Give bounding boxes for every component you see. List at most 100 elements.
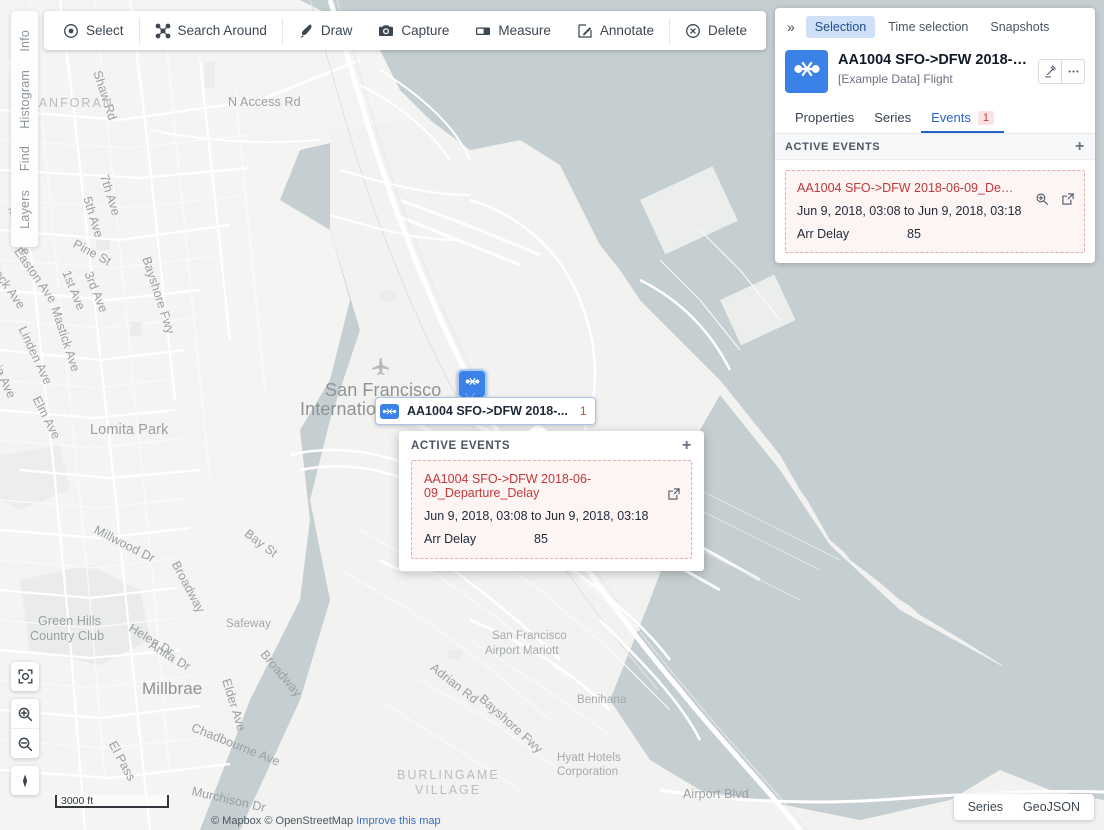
left-vertical-tabs[interactable]: Layers Find Histogram Info (11, 11, 38, 248)
map-attribution: © Mapbox © OpenStreetMap Improve this ma… (211, 815, 441, 827)
panel-event-title[interactable]: AA1004 SFO->DFW 2018-06-09_Departure_... (797, 181, 1073, 195)
search-around-icon (155, 23, 171, 39)
nav-events[interactable]: Events 1 (921, 103, 1004, 133)
popup-event-card[interactable]: AA1004 SFO->DFW 2018-06-09_Departure_Del… (411, 460, 692, 559)
toolbar-divider-1 (138, 17, 140, 44)
zoom-in-button[interactable] (11, 699, 39, 728)
chevron-double-right-icon[interactable]: » (783, 19, 802, 35)
map-label: Safeway (226, 618, 271, 630)
attribution-text: © Mapbox © OpenStreetMap (211, 815, 357, 827)
toggle-series[interactable]: Series (958, 794, 1013, 820)
map-marker[interactable] (457, 369, 487, 399)
panel-events-list: AA1004 SFO->DFW 2018-06-09_Departure_...… (775, 160, 1095, 263)
delete-icon (685, 23, 701, 39)
more-icon[interactable] (1061, 60, 1084, 83)
panel-event-actions (1035, 192, 1075, 206)
map-label: Lomita Park (90, 422, 169, 438)
zoom-control-group (11, 699, 39, 758)
toggle-geojson[interactable]: GeoJSON (1013, 794, 1090, 820)
panel-event-property-value: 85 (907, 227, 921, 241)
popup-section-title: ACTIVE EVENTS (411, 440, 511, 452)
zoom-out-button[interactable] (11, 728, 39, 758)
popup-event-title[interactable]: AA1004 SFO->DFW 2018-06-09_Departure_Del… (424, 472, 679, 500)
select-icon (63, 23, 79, 39)
open-external-icon[interactable] (667, 487, 681, 501)
tab-time-selection[interactable]: Time selection (879, 16, 977, 38)
map-label: Corporation (557, 766, 619, 778)
measure-icon (475, 23, 491, 39)
zoom-to-icon[interactable] (1035, 192, 1049, 206)
map-toolbar: Select Search Around Draw Capture Measur… (44, 11, 766, 50)
tool-annotate[interactable]: Annotate (564, 16, 667, 46)
tool-select[interactable]: Select (50, 16, 137, 46)
panel-event-card[interactable]: AA1004 SFO->DFW 2018-06-09_Departure_...… (785, 170, 1085, 253)
annotate-icon (577, 23, 593, 39)
tab-snapshots[interactable]: Snapshots (981, 16, 1058, 38)
toolbar-divider-3 (668, 17, 670, 44)
map-label: Airport Blvd (683, 787, 749, 801)
panel-tab-bar: » Selection Time selection Snapshots (775, 8, 1095, 46)
fit-control-group (11, 662, 39, 691)
map-marker-label-pill[interactable]: AA1004 SFO->DFW 2018-... 1 (375, 397, 596, 425)
map-label: Country Club (30, 629, 105, 643)
map-label: TANFORAN (30, 96, 114, 110)
open-external-icon[interactable] (1061, 192, 1075, 206)
map-label: Millbrae (142, 679, 203, 698)
entity-action-buttons (1038, 59, 1085, 84)
nav-series[interactable]: Series (864, 103, 921, 133)
compass-control-group (11, 766, 39, 795)
panel-event-property: Arr Delay 85 (797, 227, 1073, 241)
popup-event-actions (667, 487, 681, 501)
pill-event-count: 1 (579, 404, 587, 418)
map-controls (11, 662, 39, 795)
entity-title: AA1004 SFO->DFW 2018-0... (838, 52, 1028, 68)
tool-delete-label: Delete (707, 23, 747, 38)
tool-measure-label: Measure (498, 23, 551, 38)
panel-section-nav: Properties Series Events 1 (775, 103, 1095, 134)
nav-properties-label: Properties (795, 110, 855, 125)
popup-active-events-header: ACTIVE EVENTS + (399, 431, 704, 460)
tool-delete[interactable]: Delete (672, 16, 760, 46)
tool-draw-label: Draw (320, 23, 353, 38)
nav-events-label: Events (931, 110, 971, 125)
popup-event-property-value: 85 (534, 532, 548, 546)
flight-edge-icon (465, 374, 480, 394)
map-label: San Francisco (492, 630, 567, 642)
entity-title-block: AA1004 SFO->DFW 2018-0... [Example Data]… (838, 50, 1028, 86)
tool-draw[interactable]: Draw (285, 16, 366, 46)
flight-edge-icon (793, 55, 821, 88)
tool-measure[interactable]: Measure (462, 16, 564, 46)
right-side-panel: » Selection Time selection Snapshots AA1… (775, 8, 1095, 263)
entity-avatar (785, 50, 828, 93)
popup-add-event-button[interactable]: + (682, 438, 692, 454)
gavel-icon[interactable] (1039, 60, 1061, 83)
popup-event-time-range: Jun 9, 2018, 03:08 to Jun 9, 2018, 03:18 (424, 509, 649, 523)
tool-select-label: Select (86, 23, 124, 38)
pill-label: AA1004 SFO->DFW 2018-... (407, 404, 568, 418)
tool-capture[interactable]: Capture (365, 16, 462, 46)
panel-event-property-key: Arr Delay (797, 227, 850, 241)
panel-entity-header: AA1004 SFO->DFW 2018-0... [Example Data]… (775, 46, 1095, 103)
vtab-find[interactable]: Find (18, 137, 32, 180)
vtab-layers[interactable]: Layers (18, 181, 32, 238)
panel-add-event-button[interactable]: + (1075, 139, 1085, 155)
fit-to-bounds-button[interactable] (11, 662, 39, 691)
tool-search-around[interactable]: Search Around (142, 16, 280, 46)
improve-map-link[interactable]: Improve this map (356, 815, 440, 827)
map-scale-label: 3000 ft (61, 795, 94, 807)
map-label: Airport Mariott (485, 645, 559, 657)
map-label: Green Hills (38, 614, 101, 628)
map-label: VILLAGE (415, 783, 482, 797)
toolbar-divider-2 (281, 17, 283, 44)
vtab-histogram[interactable]: Histogram (18, 61, 32, 138)
vtab-info[interactable]: Info (18, 21, 32, 61)
map-label: BURLINGAME (397, 768, 500, 782)
compass-button[interactable] (11, 766, 39, 795)
map-popup: ACTIVE EVENTS + AA1004 SFO->DFW 2018-06-… (399, 423, 704, 571)
draw-icon (298, 23, 314, 39)
panel-event-time-range: Jun 9, 2018, 03:08 to Jun 9, 2018, 03:18 (797, 204, 1022, 218)
nav-properties[interactable]: Properties (785, 103, 864, 133)
panel-section-title: ACTIVE EVENTS (785, 141, 881, 153)
map-label: Benihana (577, 694, 627, 706)
tab-selection[interactable]: Selection (805, 16, 876, 38)
